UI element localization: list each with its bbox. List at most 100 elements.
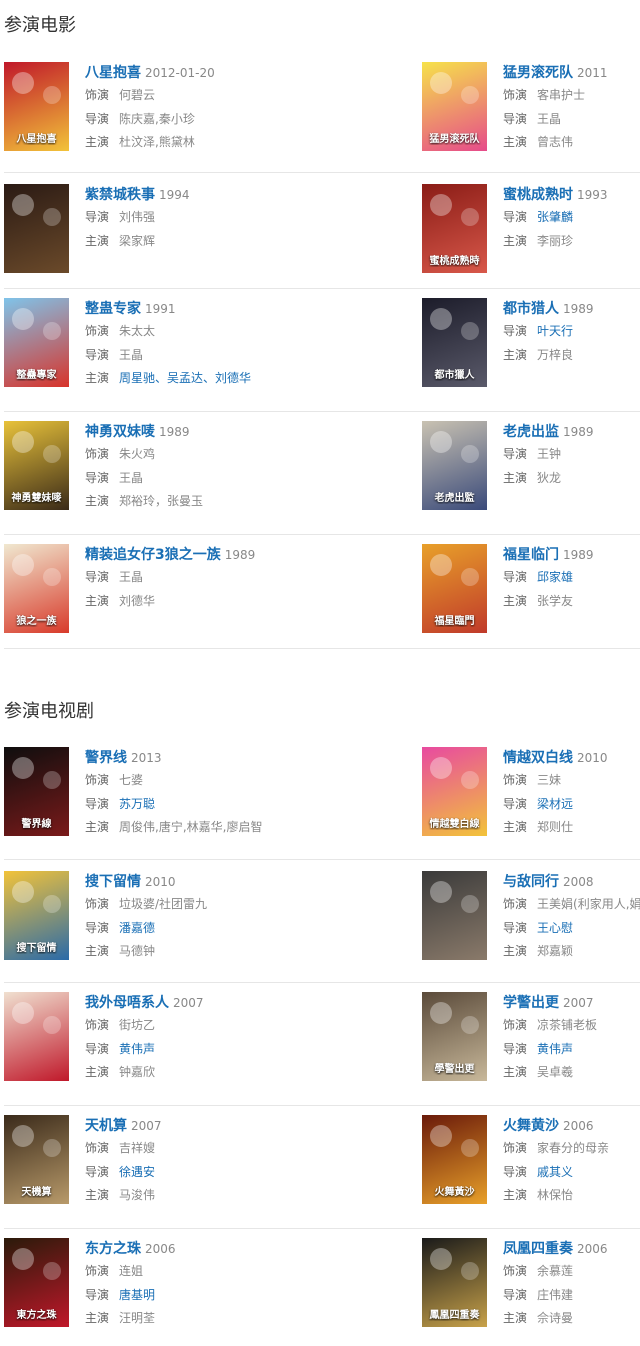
- meta-key: 主演: [85, 820, 110, 834]
- work-title-link[interactable]: 搜下留情: [85, 874, 141, 890]
- work-poster[interactable]: 整蠱專家: [4, 298, 69, 387]
- poster-face-shape: [12, 881, 34, 903]
- work-card: 情越雙白線 情越双白线 2010 饰演 三妹 导演 梁材远 主演 郑则仕: [422, 737, 640, 859]
- meta-value-link[interactable]: 苏万聪: [119, 797, 155, 811]
- work-poster[interactable]: 搜下留情: [4, 871, 69, 960]
- work-poster[interactable]: 鳳凰四重奏: [422, 1238, 487, 1327]
- work-title-link[interactable]: 蜜桃成熟时: [503, 187, 573, 203]
- meta-value-link[interactable]: 邱家雄: [537, 570, 573, 584]
- meta-key: 导演: [503, 111, 528, 126]
- work-title-link[interactable]: 天机算: [85, 1118, 127, 1134]
- work-poster[interactable]: 老虎出監: [422, 421, 487, 510]
- meta-value-link[interactable]: 徐遇安: [119, 1165, 155, 1179]
- meta-value: 王晶: [119, 570, 144, 584]
- meta-value-link[interactable]: 王心慰: [537, 921, 573, 935]
- work-title-line: 搜下留情 2010: [85, 869, 414, 893]
- work-title-link[interactable]: 整蛊专家: [85, 301, 141, 317]
- work-meta-line: 主演 林保怡: [503, 1184, 640, 1208]
- meta-value: 郑嘉颖: [537, 944, 574, 958]
- work-title-line: 八星抱喜 2012-01-20: [85, 60, 414, 84]
- meta-key: 饰演: [85, 324, 110, 338]
- work-meta-line: 导演 叶天行: [503, 320, 640, 344]
- work-poster[interactable]: 狼之一族: [4, 544, 69, 633]
- work-poster[interactable]: 蜜桃成熟時: [422, 184, 487, 273]
- meta-key: 导演: [503, 1041, 528, 1056]
- work-title-link[interactable]: 紫禁城秩事: [85, 187, 155, 203]
- work-title-link[interactable]: 学警出更: [503, 995, 559, 1011]
- meta-value: 余慕莲: [537, 1264, 574, 1278]
- work-title-link[interactable]: 都市猎人: [503, 301, 559, 317]
- work-info: 学警出更 2007 饰演 凉茶铺老板 导演 黄伟声 主演 吴卓羲: [503, 990, 640, 1085]
- work-year: 1993: [577, 188, 608, 202]
- meta-key: 主演: [85, 593, 110, 608]
- work-poster[interactable]: 學警出更: [422, 992, 487, 1081]
- meta-value-link[interactable]: 戚其义: [537, 1165, 573, 1179]
- work-poster[interactable]: [422, 871, 487, 960]
- work-poster[interactable]: 火舞黃沙: [422, 1115, 487, 1204]
- poster-caption: 八星抱喜: [16, 134, 57, 145]
- work-meta-line: 主演 周俊伟,唐宁,林嘉华,廖启智: [85, 816, 414, 840]
- meta-key: 饰演: [85, 88, 110, 102]
- work-year: 1994: [159, 188, 190, 202]
- poster-face-shape: [12, 1002, 34, 1024]
- work-info: 东方之珠 2006 饰演 连姐 导演 唐基明 主演 汪明荃: [85, 1236, 414, 1331]
- work-title-link[interactable]: 神勇双妹唛: [85, 424, 155, 440]
- meta-value-link[interactable]: 张肇麟: [537, 210, 573, 224]
- meta-value-link[interactable]: 梁材远: [537, 797, 573, 811]
- poster-face-shape: [430, 194, 452, 216]
- poster-face-shape: [461, 771, 479, 789]
- poster-caption: 都市獵人: [434, 370, 475, 381]
- meta-value-link[interactable]: 黄伟声: [119, 1042, 155, 1056]
- meta-value-link[interactable]: 周星驰、吴孟达、刘德华: [119, 371, 251, 385]
- work-year: 1989: [159, 425, 190, 439]
- meta-value-link[interactable]: 唐基明: [119, 1288, 155, 1302]
- work-meta-line: 饰演 街坊乙: [85, 1014, 414, 1038]
- work-poster[interactable]: 福星臨門: [422, 544, 487, 633]
- work-title-link[interactable]: 福星临门: [503, 547, 559, 563]
- work-poster[interactable]: 神勇雙妹嘜: [4, 421, 69, 510]
- meta-value: 王晶: [537, 111, 562, 126]
- meta-value-link[interactable]: 黄伟声: [537, 1042, 573, 1056]
- work-poster[interactable]: 都市獵人: [422, 298, 487, 387]
- poster-face-shape: [12, 431, 34, 453]
- meta-value-link[interactable]: 叶天行: [537, 324, 573, 338]
- work-poster[interactable]: 天機算: [4, 1115, 69, 1204]
- work-poster[interactable]: 八星抱喜: [4, 62, 69, 151]
- work-title-link[interactable]: 我外母唔系人: [85, 995, 169, 1011]
- work-meta-line: 饰演 垃圾婆/社团雷九: [85, 893, 414, 917]
- meta-key: 主演: [503, 1311, 528, 1325]
- work-card: 八星抱喜 八星抱喜 2012-01-20 饰演 何碧云 导演 陈庆嘉,秦小珍 主演 杜汶泽,熊黛…: [4, 52, 414, 172]
- work-title-link[interactable]: 八星抱喜: [85, 65, 141, 81]
- work-title-link[interactable]: 警界线: [85, 750, 127, 766]
- meta-value: 钟嘉欣: [119, 1065, 156, 1079]
- work-poster[interactable]: 情越雙白線: [422, 747, 487, 836]
- work-poster[interactable]: [4, 184, 69, 273]
- work-title-link[interactable]: 老虎出监: [503, 424, 559, 440]
- meta-key: 主演: [85, 944, 110, 958]
- work-poster[interactable]: 東方之珠: [4, 1238, 69, 1327]
- work-title-link[interactable]: 精装追女仔3狼之一族: [85, 547, 221, 563]
- work-title-link[interactable]: 东方之珠: [85, 1241, 141, 1257]
- poster-face-shape: [461, 568, 479, 586]
- meta-key: 主演: [85, 494, 110, 508]
- work-title-line: 情越双白线 2010: [503, 745, 640, 769]
- work-meta-line: 主演 梁家辉: [85, 230, 414, 254]
- meta-value-link[interactable]: 潘嘉德: [119, 921, 155, 935]
- work-title-link[interactable]: 火舞黄沙: [503, 1118, 559, 1134]
- work-title-link[interactable]: 情越双白线: [503, 750, 573, 766]
- work-title-link[interactable]: 凤凰四重奏: [503, 1241, 573, 1257]
- meta-key: 饰演: [503, 1018, 528, 1032]
- work-poster[interactable]: [4, 992, 69, 1081]
- work-poster[interactable]: 猛男滚死队: [422, 62, 487, 151]
- meta-key: 饰演: [503, 1264, 528, 1278]
- work-meta-line: 饰演 三妹: [503, 769, 640, 793]
- work-meta-line: 主演 李丽珍: [503, 230, 640, 254]
- work-title-link[interactable]: 猛男滚死队: [503, 65, 573, 81]
- work-poster[interactable]: 警界線: [4, 747, 69, 836]
- work-year: 2013: [131, 751, 162, 765]
- work-title-link[interactable]: 与敌同行: [503, 874, 559, 890]
- poster-face-shape: [12, 194, 34, 216]
- work-info: 老虎出监 1989 导演 王钟 主演 狄龙: [503, 419, 640, 490]
- meta-key: 主演: [503, 944, 528, 958]
- poster-face-shape: [430, 1002, 452, 1024]
